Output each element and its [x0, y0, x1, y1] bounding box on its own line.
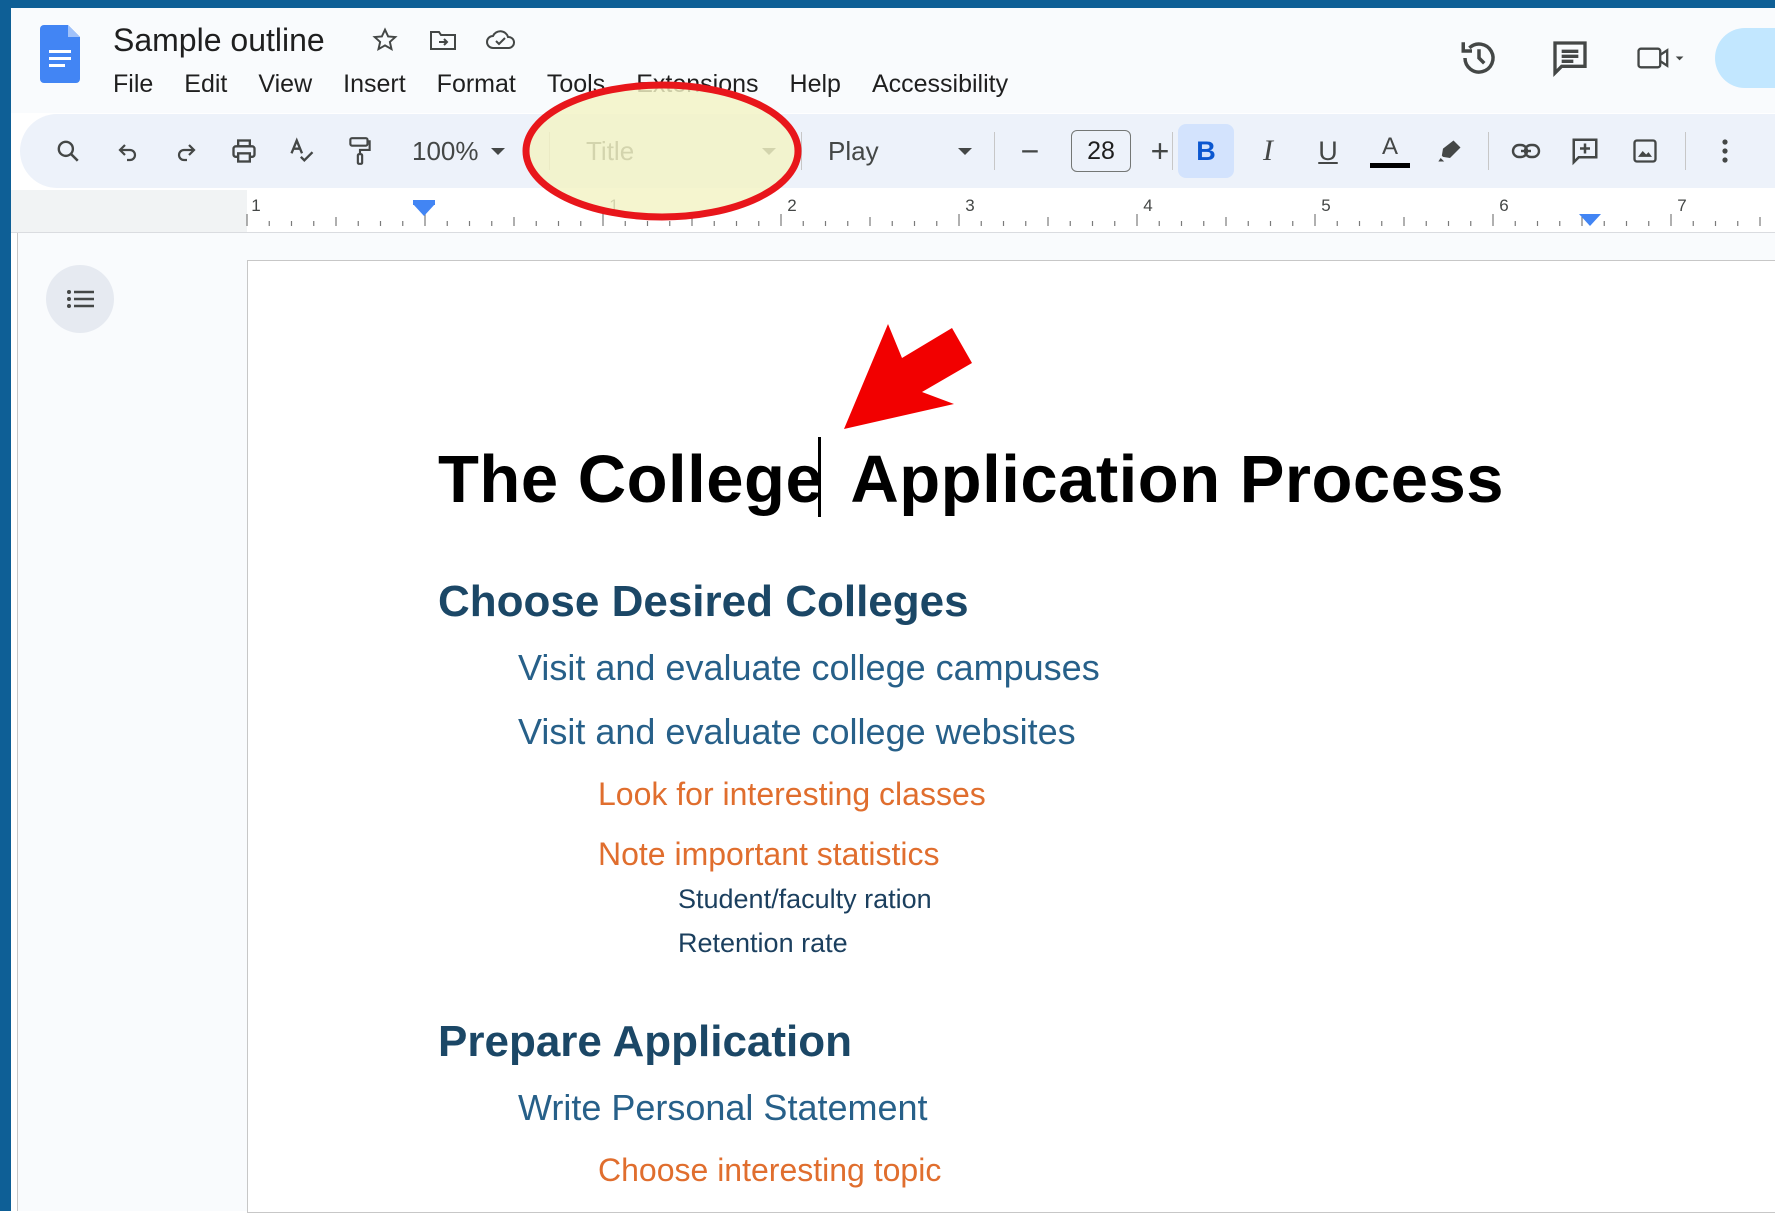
paint-format-icon[interactable]	[340, 114, 380, 188]
font-select[interactable]: Play	[820, 114, 980, 188]
menu-accessibility[interactable]: Accessibility	[872, 70, 1008, 99]
text-color-swatch	[1370, 162, 1410, 168]
font-value: Play	[828, 135, 879, 166]
heading-2[interactable]: Visit and evaluate college websites	[518, 711, 1076, 753]
document-title[interactable]: Sample outline	[113, 22, 325, 59]
document-outline-icon[interactable]	[46, 265, 114, 333]
document-page[interactable]: The College Application Process Choose D…	[247, 260, 1775, 1213]
header-actions	[1412, 28, 1775, 88]
cloud-saved-icon[interactable]	[483, 22, 519, 58]
undo-icon[interactable]	[108, 114, 148, 188]
ruler-label: 6	[1499, 196, 1508, 215]
document-workspace: The College Application Process Choose D…	[11, 233, 1775, 1213]
heading-4[interactable]: Student/faculty ration	[678, 884, 932, 915]
ruler-label: 4	[1143, 196, 1152, 215]
heading-4[interactable]: Retention rate	[678, 928, 848, 959]
text-color-button[interactable]: A	[1368, 114, 1412, 188]
bold-button[interactable]: B	[1178, 124, 1234, 178]
menu-tools[interactable]: Tools	[547, 70, 605, 99]
menu-format[interactable]: Format	[437, 70, 516, 99]
menu-extensions[interactable]: Extensions	[636, 70, 758, 99]
toolbar-divider	[1488, 132, 1489, 170]
ruler-label: 5	[1321, 196, 1330, 215]
highlight-pen-icon[interactable]	[1430, 114, 1470, 188]
title-text-part1: The College	[438, 442, 824, 517]
menu-file[interactable]: File	[113, 70, 153, 99]
heading-2[interactable]: Write Personal Statement	[518, 1087, 928, 1129]
toolbar-divider	[549, 132, 550, 170]
spellcheck-icon[interactable]	[282, 114, 322, 188]
heading-2[interactable]: Visit and evaluate college campuses	[518, 647, 1100, 689]
menu-insert[interactable]: Insert	[343, 70, 406, 99]
toolbar-divider	[1685, 132, 1686, 170]
vertical-ruler[interactable]	[11, 233, 18, 1211]
menu-bar: File Edit View Insert Format Tools Exten…	[113, 70, 1039, 99]
docs-logo-icon[interactable]	[40, 25, 80, 83]
redo-icon[interactable]	[166, 114, 206, 188]
heading-1[interactable]: Choose Desired Colleges	[438, 577, 969, 627]
italic-button[interactable]: I	[1248, 114, 1288, 188]
toolbar: 100% Title Play − 28 + B I U A	[20, 114, 1775, 188]
more-options-icon[interactable]	[1710, 114, 1740, 188]
heading-3[interactable]: Choose interesting topic	[598, 1152, 941, 1189]
insert-link-icon[interactable]	[1506, 114, 1546, 188]
ruler-label: 2	[787, 196, 796, 215]
increase-font-size-button[interactable]: +	[1140, 114, 1180, 188]
horizontal-ruler[interactable]: 1 1 2 3 4 5 6 7	[11, 190, 1775, 233]
chevron-down-icon	[958, 147, 972, 155]
font-size-input[interactable]: 28	[1071, 130, 1131, 172]
meet-icon[interactable]	[1637, 34, 1685, 82]
title-bar: Sample outline File Edit View Insert For…	[11, 8, 1775, 113]
toolbar-divider	[801, 132, 802, 170]
heading-3[interactable]: Note important statistics	[598, 836, 939, 873]
menu-view[interactable]: View	[258, 70, 312, 99]
search-menus-icon[interactable]	[48, 114, 88, 188]
chevron-down-icon	[762, 147, 776, 155]
print-icon[interactable]	[224, 114, 264, 188]
star-icon[interactable]	[367, 22, 403, 58]
chevron-down-icon	[490, 147, 505, 155]
underline-button[interactable]: U	[1308, 114, 1348, 188]
zoom-value: 100%	[412, 135, 479, 166]
zoom-select[interactable]: 100%	[412, 114, 522, 188]
version-history-icon[interactable]	[1455, 34, 1503, 82]
ruler-label: 1	[609, 196, 618, 215]
text-cursor	[818, 437, 821, 517]
heading-1[interactable]: Prepare Application	[438, 1017, 852, 1067]
menu-help[interactable]: Help	[790, 70, 841, 99]
share-button[interactable]	[1715, 28, 1775, 88]
document-heading-title[interactable]: The College Application Process	[438, 441, 1504, 518]
ruler-label: 1	[251, 196, 260, 215]
paragraph-style-value: Title	[586, 135, 635, 166]
heading-3[interactable]: Look for interesting classes	[598, 776, 986, 813]
ruler-scale: 1 1 2 3 4 5 6 7	[11, 190, 1761, 232]
paragraph-style-select[interactable]: Title	[576, 114, 786, 188]
text-color-label: A	[1381, 132, 1398, 160]
title-text-part2: Application Process	[850, 442, 1504, 517]
comments-icon[interactable]	[1546, 34, 1594, 82]
ruler-label: 7	[1677, 196, 1686, 215]
ruler-label: 3	[965, 196, 974, 215]
toolbar-divider	[1172, 132, 1173, 170]
title-icons	[367, 22, 519, 58]
menu-edit[interactable]: Edit	[184, 70, 227, 99]
move-folder-icon[interactable]	[425, 22, 461, 58]
decrease-font-size-button[interactable]: −	[1010, 114, 1050, 188]
insert-image-icon[interactable]	[1625, 114, 1665, 188]
toolbar-divider	[994, 132, 995, 170]
add-comment-icon[interactable]	[1565, 114, 1605, 188]
